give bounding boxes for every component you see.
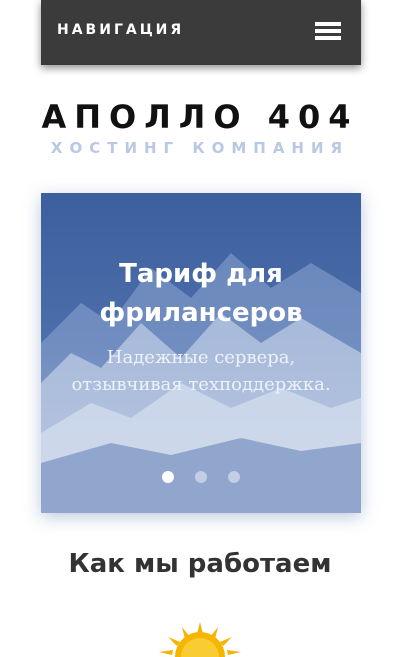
slider-dot-3[interactable] [228,471,241,483]
brand-title: АПОЛЛО 404 [41,98,359,136]
hamburger-menu-icon[interactable] [315,22,341,44]
slider-dot-1[interactable] [161,471,174,483]
navbar: НАВИГАЦИЯ [41,0,361,65]
slider-dots [41,468,361,483]
hero-slider[interactable]: Тариф для фрилансеров Надежные сервера, … [41,193,361,513]
section-title: Как мы работаем [68,549,332,579]
slide-text-line2: отзывчивая техподдержка. [71,374,331,395]
slide-title-line1: Тариф для [119,259,283,289]
slide-title: Тариф для фрилансеров [41,255,361,333]
slide-description: Надежные сервера, отзывчивая техподдержк… [41,344,361,398]
brand-subtitle: ХОСТИНГ КОМПАНИЯ [50,139,350,157]
slide-title-line2: фрилансеров [99,298,303,328]
slide-text-line1: Надежные сервера, [106,347,296,368]
slider-dot-2[interactable] [195,471,207,483]
nav-title: НАВИГАЦИЯ [57,22,185,38]
sun-icon [159,622,241,657]
